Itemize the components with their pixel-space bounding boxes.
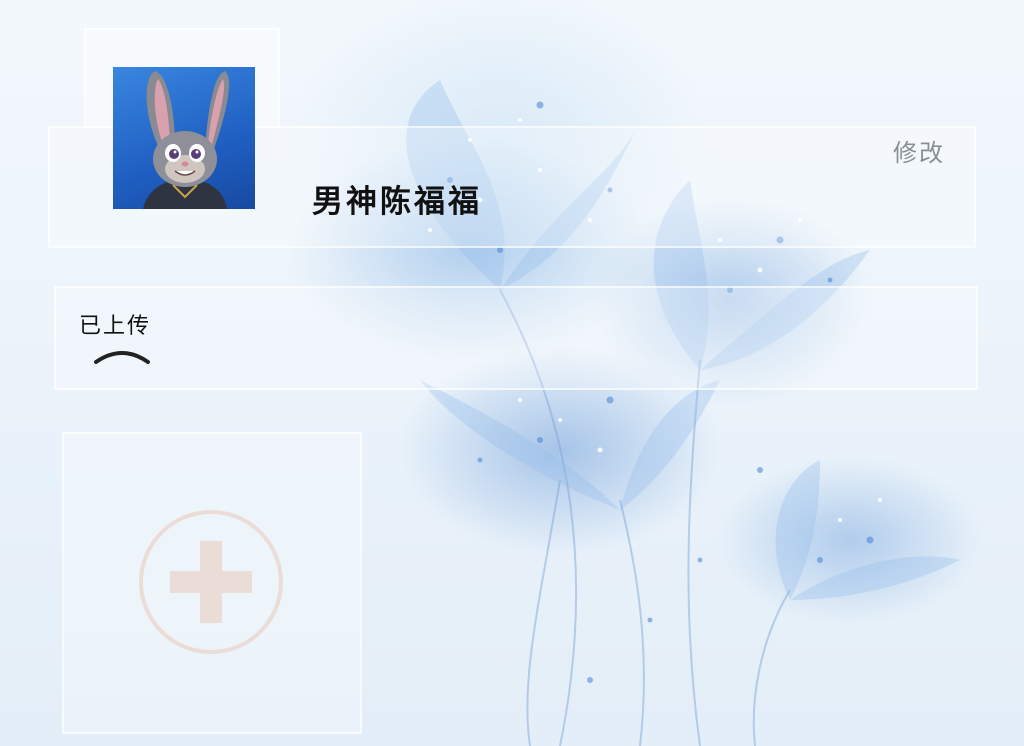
avatar[interactable] bbox=[113, 67, 255, 209]
chevron-up-icon[interactable] bbox=[94, 348, 150, 364]
uploaded-section-label: 已上传 bbox=[79, 314, 152, 339]
rabbit-avatar-icon bbox=[143, 71, 230, 209]
plus-circle-icon[interactable] bbox=[138, 509, 284, 655]
edit-profile-link[interactable]: 修改 bbox=[893, 133, 945, 168]
username: 男神陈福福 bbox=[312, 184, 482, 220]
uploaded-panel bbox=[54, 286, 978, 390]
